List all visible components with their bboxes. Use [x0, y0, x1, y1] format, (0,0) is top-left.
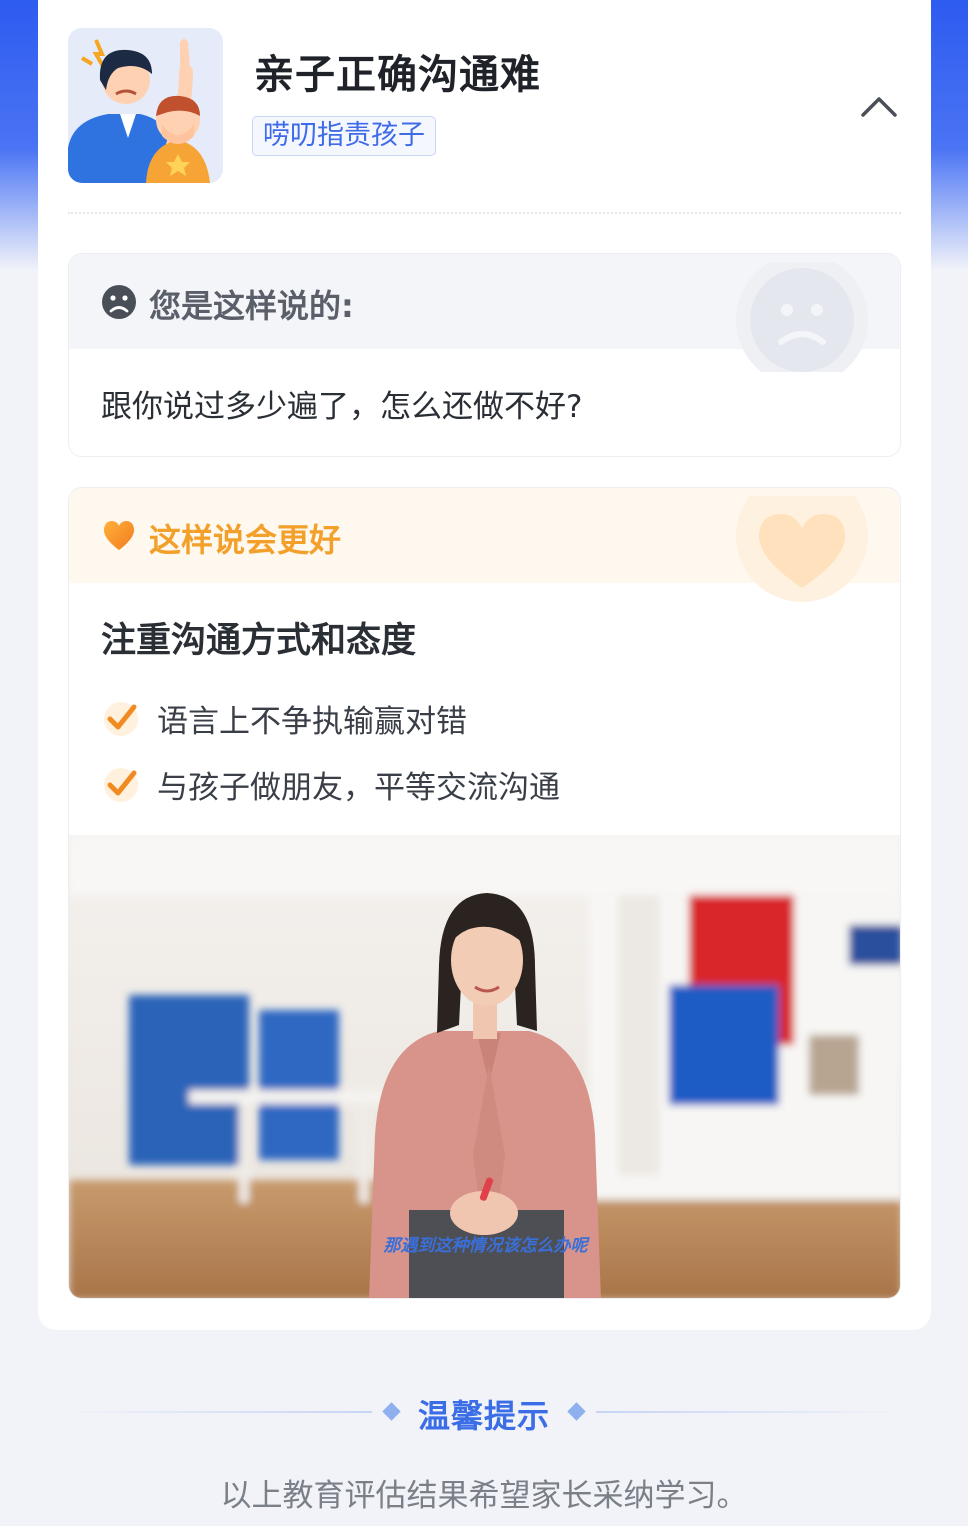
header-divider	[68, 212, 901, 214]
sad-face-watermark-icon	[735, 254, 870, 386]
advice-video-player[interactable]: 那遇到这种情况该怎么办呢	[69, 835, 900, 1298]
heart-watermark-icon	[735, 488, 870, 606]
video-caption: 那遇到这种情况该怎么办呢	[383, 1236, 588, 1256]
parent-child-illustration	[68, 28, 223, 183]
sad-face-icon	[101, 284, 137, 320]
advice-item-text: 语言上不争执输赢对错	[157, 703, 467, 740]
you-said-quote: 跟你说过多少遍了，怎么还做不好?	[101, 389, 583, 425]
card-title: 亲子正确沟通难	[254, 52, 541, 98]
card-header: 亲子正确沟通难 唠叨指责孩子	[68, 28, 901, 213]
tip-text: 以上教育评估结果希望家长采纳学习。	[220, 1478, 748, 1514]
assessment-card: 亲子正确沟通难 唠叨指责孩子 您是这样说的: 跟你说过多少遍了，怎么还做不好? …	[38, 0, 931, 1330]
better-way-section: 这样说会更好 注重沟通方式和态度 语言上不争执输赢对错 与孩子做朋友，平等交流沟…	[68, 487, 901, 1299]
chevron-up-icon[interactable]	[859, 86, 899, 126]
heart-icon	[101, 518, 137, 554]
tip-divider-right	[596, 1411, 906, 1413]
checkmark-icon	[101, 764, 141, 804]
checkmark-icon	[101, 698, 141, 738]
advice-item-text: 与孩子做朋友，平等交流沟通	[157, 769, 560, 806]
better-way-label: 这样说会更好	[149, 521, 342, 559]
you-said-label: 您是这样说的:	[149, 287, 354, 325]
you-said-section: 您是这样说的: 跟你说过多少遍了，怎么还做不好?	[68, 253, 901, 457]
advice-item: 语言上不争执输赢对错	[101, 696, 467, 740]
you-said-header: 您是这样说的:	[69, 254, 900, 386]
problem-tag: 唠叨指责孩子	[252, 116, 436, 156]
better-way-header: 这样说会更好	[69, 488, 900, 602]
advice-subtitle: 注重沟通方式和态度	[101, 621, 417, 661]
advice-item: 与孩子做朋友，平等交流沟通	[101, 762, 560, 806]
tip-title: 温馨提示	[417, 1397, 550, 1435]
video-frame-image	[69, 835, 900, 1298]
